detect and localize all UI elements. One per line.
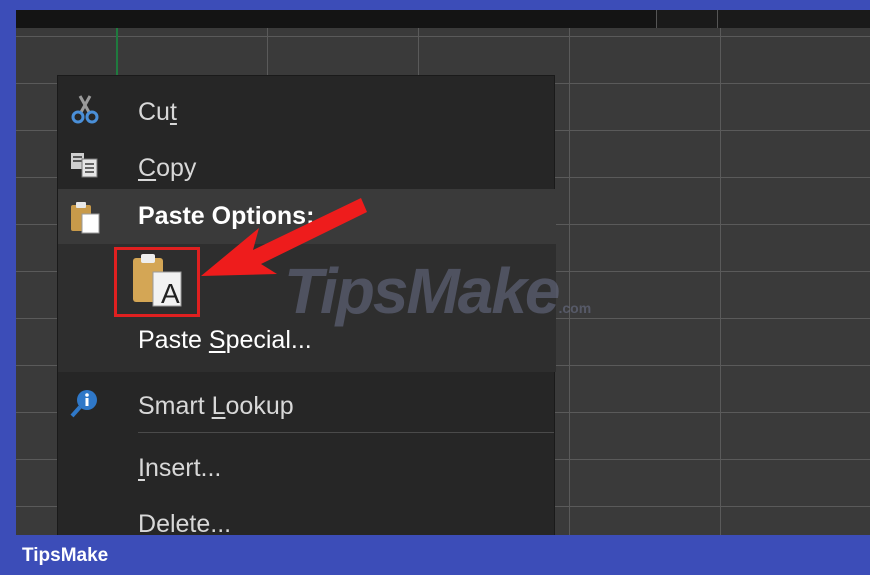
footer-brand: TipsMake: [22, 545, 109, 566]
paste-text-only-button[interactable]: A: [114, 247, 200, 317]
smart-lookup-label: Smart Lookup: [138, 392, 294, 420]
menu-item-delete[interactable]: Delete...: [58, 496, 554, 535]
spreadsheet-screen: Cut Copy Paste Options: A Paste Special.…: [16, 10, 870, 535]
insert-label: Insert...: [138, 454, 222, 482]
menu-item-smart-lookup[interactable]: Smart Lookup: [58, 378, 554, 428]
delete-label: Delete...: [138, 510, 232, 535]
search-info-icon: [68, 388, 102, 418]
active-cell-border: [116, 28, 118, 80]
scissors-icon: [68, 94, 102, 124]
ribbon-strip: [16, 10, 870, 28]
clipboard-icon: [68, 200, 102, 234]
paste-letter: A: [161, 278, 180, 309]
formula-bar-area: [656, 10, 870, 28]
copy-label: Copy: [138, 154, 197, 182]
paste-special-item[interactable]: Paste Special...: [138, 326, 312, 355]
clipboard-text-icon: [133, 254, 182, 307]
menu-item-copy[interactable]: Copy: [58, 140, 554, 190]
menu-item-insert[interactable]: Insert...: [58, 440, 554, 490]
cut-label: Cut: [138, 98, 177, 126]
copy-icon: [68, 150, 102, 180]
red-arrow-annotation: [201, 198, 367, 276]
menu-item-cut[interactable]: Cut: [58, 84, 554, 134]
footer-bar: TipsMake: [0, 535, 870, 575]
formula-bar-divider: [717, 10, 718, 28]
menu-divider: [138, 432, 554, 433]
